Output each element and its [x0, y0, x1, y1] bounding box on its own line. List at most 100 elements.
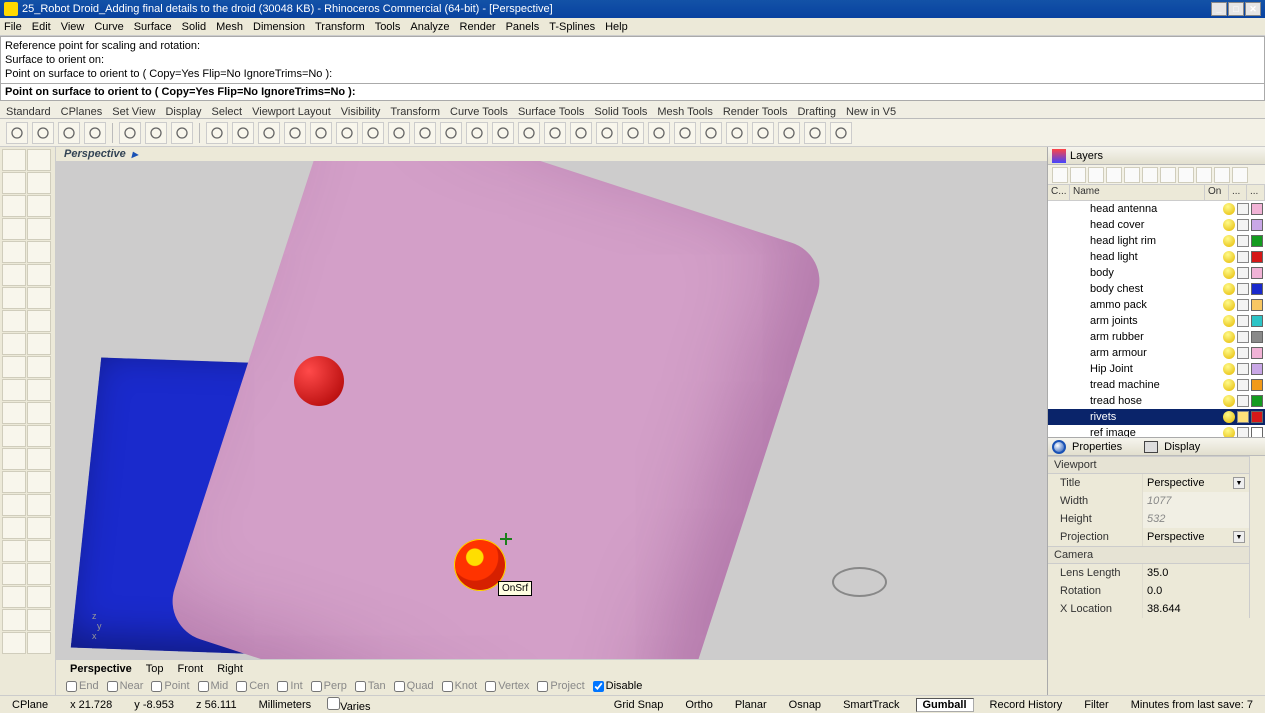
layer-tool-8[interactable] [1196, 167, 1212, 183]
lock-icon[interactable] [1237, 331, 1249, 343]
layer-tool-9[interactable] [1214, 167, 1230, 183]
status-varies[interactable]: Varies [327, 697, 370, 713]
toolbar-tab[interactable]: Display [165, 106, 201, 118]
layers-panel-header[interactable]: Layers [1048, 147, 1265, 165]
bulb-icon[interactable] [1223, 427, 1235, 437]
side-tool-0[interactable] [2, 149, 26, 171]
status-pane-ortho[interactable]: Ortho [679, 699, 719, 711]
lock-icon[interactable] [1237, 363, 1249, 375]
toolbar-tab[interactable]: Surface Tools [518, 106, 584, 118]
side-tool-13[interactable] [27, 287, 51, 309]
toolbar-tab[interactable]: Select [212, 106, 243, 118]
bulb-icon[interactable] [1223, 299, 1235, 311]
viewport-title[interactable]: Perspective ▶ [56, 147, 1047, 161]
side-tool-5[interactable] [27, 195, 51, 217]
cut-button[interactable] [119, 122, 141, 144]
display-tab[interactable]: Display [1164, 441, 1200, 453]
side-tool-43[interactable] [27, 632, 51, 654]
side-tool-22[interactable] [2, 402, 26, 424]
command-input[interactable] [360, 86, 1260, 98]
layer-tool-4[interactable] [1124, 167, 1140, 183]
side-tool-8[interactable] [2, 241, 26, 263]
side-tool-39[interactable] [27, 586, 51, 608]
dropdown-icon[interactable]: ▼ [1233, 477, 1245, 489]
help-button[interactable] [752, 122, 774, 144]
lock-icon[interactable] [1237, 283, 1249, 295]
layer-tool-6[interactable] [1160, 167, 1176, 183]
bulb-icon[interactable] [1223, 251, 1235, 263]
menu-panels[interactable]: Panels [506, 21, 540, 33]
side-tool-31[interactable] [27, 494, 51, 516]
copy-button[interactable] [145, 122, 167, 144]
toolbar-tab[interactable]: Drafting [797, 106, 836, 118]
properties-tab[interactable]: Properties [1072, 441, 1122, 453]
color-swatch[interactable] [1251, 411, 1263, 423]
status-pane-filter[interactable]: Filter [1078, 699, 1114, 711]
toolbar-tab[interactable]: Solid Tools [594, 106, 647, 118]
color-swatch[interactable] [1251, 347, 1263, 359]
side-tool-9[interactable] [27, 241, 51, 263]
status-pane-smarttrack[interactable]: SmartTrack [837, 699, 905, 711]
wireframe-button[interactable] [674, 122, 696, 144]
color-swatch[interactable] [1251, 283, 1263, 295]
osnap-cen-check[interactable] [236, 681, 247, 692]
options-button[interactable] [544, 122, 566, 144]
side-tool-10[interactable] [2, 264, 26, 286]
prop-value[interactable]: Perspective▼ [1142, 528, 1249, 546]
layer-row[interactable]: ammo pack [1048, 297, 1265, 313]
bulb-icon[interactable] [1223, 331, 1235, 343]
view-tab-front[interactable]: Front [178, 663, 204, 675]
layer-row[interactable]: head light rim [1048, 233, 1265, 249]
command-line[interactable]: Point on surface to orient to ( Copy=Yes… [0, 84, 1265, 101]
side-tool-14[interactable] [2, 310, 26, 332]
zoom-sel-button[interactable] [414, 122, 436, 144]
info-button[interactable] [830, 122, 852, 144]
gear-button[interactable] [804, 122, 826, 144]
side-tool-21[interactable] [27, 379, 51, 401]
menu-solid[interactable]: Solid [182, 21, 206, 33]
menu-file[interactable]: File [4, 21, 22, 33]
side-tool-37[interactable] [27, 563, 51, 585]
layer-tool-2[interactable] [1088, 167, 1104, 183]
osnap-project-check[interactable] [537, 681, 548, 692]
side-tool-30[interactable] [2, 494, 26, 516]
lock-icon[interactable] [1237, 427, 1249, 437]
lock-icon[interactable] [1237, 203, 1249, 215]
layer-col[interactable]: ... [1229, 185, 1247, 200]
side-tool-34[interactable] [2, 540, 26, 562]
settings-button[interactable] [778, 122, 800, 144]
layer-row[interactable]: head light [1048, 249, 1265, 265]
toolbar-tab[interactable]: Transform [390, 106, 440, 118]
paste-button[interactable] [171, 122, 193, 144]
color-swatch[interactable] [1251, 331, 1263, 343]
osnap-point-check[interactable] [151, 681, 162, 692]
lock-icon[interactable] [1237, 315, 1249, 327]
side-tool-7[interactable] [27, 218, 51, 240]
viewport-canvas[interactable]: OnSrf z yx [56, 161, 1047, 659]
bulb-icon[interactable] [1223, 219, 1235, 231]
prop-value[interactable]: 0.0 [1142, 582, 1249, 600]
bulb-icon[interactable] [1223, 283, 1235, 295]
side-tool-26[interactable] [2, 448, 26, 470]
side-tool-35[interactable] [27, 540, 51, 562]
menu-dimension[interactable]: Dimension [253, 21, 305, 33]
side-tool-12[interactable] [2, 287, 26, 309]
color-swatch[interactable] [1251, 219, 1263, 231]
menu-view[interactable]: View [61, 21, 85, 33]
layer-row[interactable]: rivets [1048, 409, 1265, 425]
color-swatch[interactable] [1251, 363, 1263, 375]
osnap-project[interactable]: Project [537, 680, 584, 692]
menu-tools[interactable]: Tools [375, 21, 401, 33]
status-pane-gumball[interactable]: Gumball [916, 698, 974, 712]
layer-tool-10[interactable] [1232, 167, 1248, 183]
prop-value[interactable]: 38.644 [1142, 600, 1249, 618]
toolbar-tab[interactable]: New in V5 [846, 106, 896, 118]
layer-tool-0[interactable] [1052, 167, 1068, 183]
layer-row[interactable]: arm joints [1048, 313, 1265, 329]
side-tool-17[interactable] [27, 333, 51, 355]
close-button[interactable]: ✕ [1245, 2, 1261, 16]
side-tool-6[interactable] [2, 218, 26, 240]
minimize-button[interactable]: _ [1211, 2, 1227, 16]
menu-t-splines[interactable]: T-Splines [549, 21, 595, 33]
layer-row[interactable]: arm armour [1048, 345, 1265, 361]
